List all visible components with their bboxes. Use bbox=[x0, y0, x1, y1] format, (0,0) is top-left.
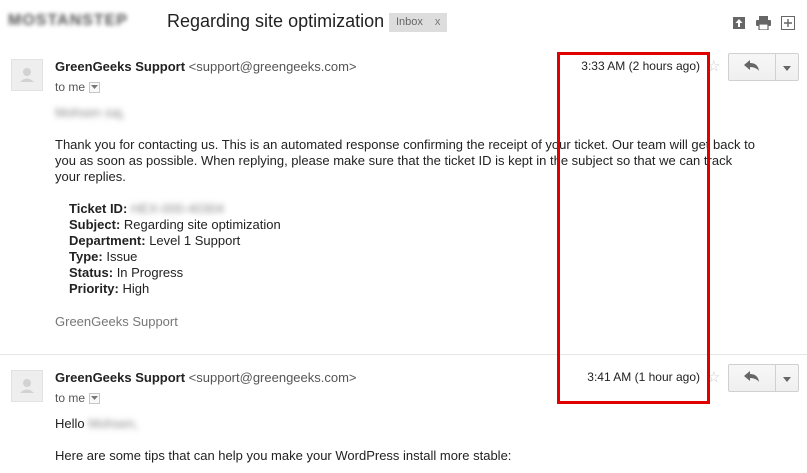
expand-icon[interactable] bbox=[781, 16, 795, 30]
sender-email: <support@greengeeks.com> bbox=[188, 59, 357, 74]
sender[interactable]: GreenGeeks Support <support@greengeeks.c… bbox=[55, 370, 357, 385]
avatar-icon bbox=[11, 370, 43, 402]
reply-button[interactable] bbox=[728, 53, 776, 81]
reply-button[interactable] bbox=[728, 364, 776, 392]
recipient-label: to me bbox=[55, 80, 86, 94]
recipient-line[interactable]: to me bbox=[55, 80, 101, 94]
more-actions-button[interactable] bbox=[775, 364, 799, 392]
blurred-label: MOSTANSTEP bbox=[8, 12, 128, 29]
thread-header: MOSTANSTEP Regarding site optimization I… bbox=[0, 0, 807, 44]
ticket-row: Priority: High bbox=[69, 281, 150, 296]
ticket-row: Ticket ID: HEX-000-40304 bbox=[69, 201, 225, 216]
sender-name: GreenGeeks Support bbox=[55, 370, 186, 385]
recipient-details-dropdown[interactable] bbox=[89, 81, 101, 93]
ticket-row: Department: Level 1 Support bbox=[69, 233, 241, 248]
reply-icon bbox=[744, 58, 760, 76]
recipient-label: to me bbox=[55, 391, 86, 405]
salutation: Mohsen saj, bbox=[55, 105, 126, 120]
recipient-details-dropdown[interactable] bbox=[89, 392, 101, 404]
annotation-highlight-box bbox=[557, 52, 710, 404]
thread-subject: Regarding site optimization bbox=[167, 11, 385, 31]
ticket-row: Subject: Regarding site optimization bbox=[69, 217, 281, 232]
ticket-row: Type: Issue bbox=[69, 249, 138, 264]
ticket-details: Ticket ID: HEX-000-40304 Subject: Regard… bbox=[69, 201, 281, 297]
chevron-down-icon bbox=[783, 369, 791, 387]
signature: GreenGeeks Support bbox=[55, 314, 178, 329]
sender-email: <support@greengeeks.com> bbox=[188, 370, 357, 385]
greeting-name: Mohsen, bbox=[88, 416, 139, 431]
print-icon[interactable] bbox=[756, 16, 771, 31]
sender[interactable]: GreenGeeks Support <support@greengeeks.c… bbox=[55, 59, 357, 74]
new-window-icon[interactable] bbox=[732, 16, 746, 30]
chevron-down-icon bbox=[783, 58, 791, 76]
greeting: Hello Mohsen, bbox=[55, 416, 139, 431]
inbox-label-text: Inbox bbox=[396, 16, 423, 28]
sender-name: GreenGeeks Support bbox=[55, 59, 186, 74]
ticket-row: Status: In Progress bbox=[69, 265, 184, 280]
more-actions-button[interactable] bbox=[775, 53, 799, 81]
message-paragraph: Here are some tips that can help you mak… bbox=[55, 448, 512, 463]
avatar-icon bbox=[11, 59, 43, 91]
recipient-line[interactable]: to me bbox=[55, 391, 101, 405]
inbox-label-badge[interactable]: Inbox x bbox=[389, 13, 448, 32]
reply-icon bbox=[744, 369, 760, 387]
remove-label-icon[interactable]: x bbox=[435, 13, 441, 32]
